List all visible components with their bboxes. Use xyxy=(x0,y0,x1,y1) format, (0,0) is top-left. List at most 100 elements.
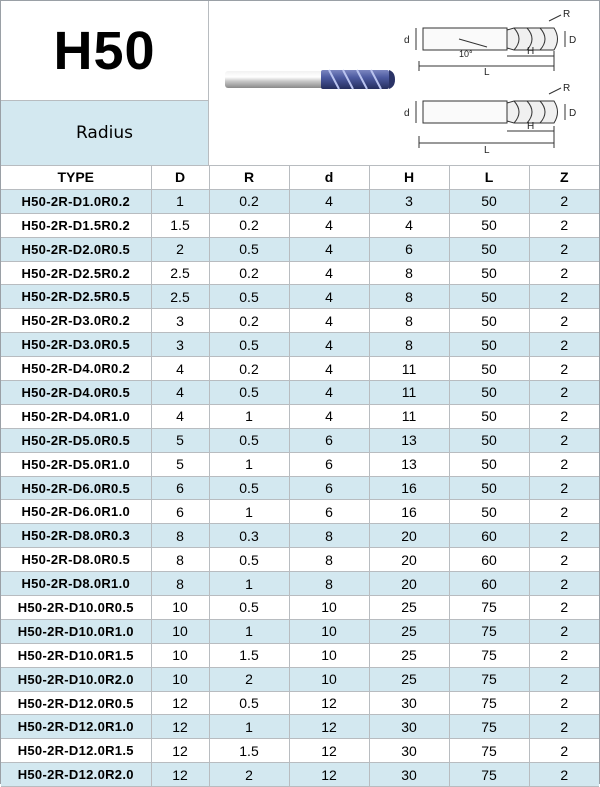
shank-cell: 6 xyxy=(288,451,370,477)
table-row: H50-2R-D5.0R0.5 5 0.5 6 13 50 2 xyxy=(1,427,599,453)
diameter-cell: 12 xyxy=(150,690,210,716)
flute-length-cell: 11 xyxy=(368,380,450,405)
shank-cell: 12 xyxy=(288,714,370,740)
overall-length-cell: 60 xyxy=(448,523,530,549)
radius-cell: 0.5 xyxy=(208,284,290,310)
flutes-cell: 2 xyxy=(528,403,599,429)
radius-cell: 1.5 xyxy=(208,738,290,764)
overall-length-cell: 50 xyxy=(448,427,530,453)
shank-cell: 12 xyxy=(288,738,370,764)
type-cell: H50-2R-D4.0R0.2 xyxy=(1,356,152,382)
flutes-cell: 2 xyxy=(528,475,599,501)
product-title: H50 xyxy=(53,20,156,81)
flutes-cell: 2 xyxy=(528,212,599,238)
overall-length-cell: 50 xyxy=(448,475,530,501)
radius-cell: 0.5 xyxy=(208,475,290,501)
column-header-diameter: D xyxy=(150,165,210,190)
overall-length-cell: 60 xyxy=(448,547,530,573)
label-flute-length: H xyxy=(527,46,534,57)
shank-cell: 8 xyxy=(288,571,370,597)
flutes-cell: 2 xyxy=(528,284,599,310)
flute-length-cell: 3 xyxy=(368,188,450,214)
diameter-cell: 10 xyxy=(150,618,210,644)
radius-cell: 2 xyxy=(208,762,290,787)
flutes-cell: 2 xyxy=(528,690,599,716)
flute-length-cell: 11 xyxy=(368,403,450,429)
table-header-row: TYPE D R d H L Z xyxy=(1,165,599,190)
flute-length-cell: 30 xyxy=(368,714,450,740)
type-cell: H50-2R-D3.0R0.2 xyxy=(1,308,152,334)
diameter-cell: 4 xyxy=(150,380,210,405)
shank-cell: 6 xyxy=(288,427,370,453)
diameter-cell: 12 xyxy=(150,714,210,740)
flute-length-cell: 16 xyxy=(368,499,450,525)
overall-length-cell: 75 xyxy=(448,762,530,787)
diameter-cell: 8 xyxy=(150,571,210,597)
flutes-cell: 2 xyxy=(528,738,599,764)
table-row: H50-2R-D1.0R0.2 1 0.2 4 3 50 2 xyxy=(1,188,599,214)
table-row: H50-2R-D12.0R0.5 12 0.5 12 30 75 2 xyxy=(1,690,599,716)
table-row: H50-2R-D3.0R0.5 3 0.5 4 8 50 2 xyxy=(1,332,599,358)
flute-length-cell: 20 xyxy=(368,571,450,597)
column-header-shank: d xyxy=(288,165,370,190)
flutes-cell: 2 xyxy=(528,714,599,740)
shank-cell: 8 xyxy=(288,523,370,549)
table-row: H50-2R-D6.0R1.0 6 1 6 16 50 2 xyxy=(1,499,599,525)
flutes-cell: 2 xyxy=(528,260,599,286)
type-cell: H50-2R-D10.0R1.5 xyxy=(1,642,152,668)
flutes-cell: 2 xyxy=(528,618,599,644)
radius-cell: 0.2 xyxy=(208,356,290,382)
type-cell: H50-2R-D6.0R0.5 xyxy=(1,475,152,501)
type-cell: H50-2R-D4.0R0.5 xyxy=(1,380,152,405)
column-header-radius: R xyxy=(208,165,290,190)
flute-length-cell: 16 xyxy=(368,475,450,501)
diameter-cell: 8 xyxy=(150,547,210,573)
label-flute-length-2: H xyxy=(527,121,534,132)
table-row: H50-2R-D10.0R0.5 10 0.5 10 25 75 2 xyxy=(1,595,599,620)
flute-length-cell: 13 xyxy=(368,451,450,477)
type-cell: H50-2R-D1.5R0.2 xyxy=(1,212,152,238)
radius-cell: 0.2 xyxy=(208,308,290,334)
table-body: H50-2R-D1.0R0.2 1 0.2 4 3 50 2 H50-2R-D1.5R0.2 1… xyxy=(1,188,599,787)
radius-cell: 2 xyxy=(208,666,290,692)
drawing-top xyxy=(415,14,566,71)
table-row: H50-2R-D2.5R0.5 2.5 0.5 4 8 50 2 xyxy=(1,284,599,310)
overall-length-cell: 50 xyxy=(448,284,530,310)
label-overall-length: L xyxy=(484,67,490,78)
flute-length-cell: 25 xyxy=(368,666,450,692)
type-cell: H50-2R-D8.0R1.0 xyxy=(1,571,152,597)
shank-cell: 6 xyxy=(288,475,370,501)
image-cell: d D R H L 10° d D R H L xyxy=(209,1,599,165)
flute-length-cell: 30 xyxy=(368,738,450,764)
column-header-type: TYPE xyxy=(1,165,152,190)
flutes-cell: 2 xyxy=(528,499,599,525)
header: H50 Radius d D R H L 10° d D R H L xyxy=(1,1,599,165)
table-row: H50-2R-D8.0R1.0 8 1 8 20 60 2 xyxy=(1,571,599,597)
flute-length-cell: 30 xyxy=(368,690,450,716)
drawing-bottom xyxy=(415,87,566,148)
type-cell: H50-2R-D8.0R0.5 xyxy=(1,547,152,573)
overall-length-cell: 50 xyxy=(448,380,530,405)
table-row: H50-2R-D10.0R2.0 10 2 10 25 75 2 xyxy=(1,666,599,692)
diameter-cell: 6 xyxy=(150,499,210,525)
diameter-cell: 2 xyxy=(150,236,210,262)
shank-cell: 4 xyxy=(288,332,370,358)
radius-cell: 0.5 xyxy=(208,690,290,716)
radius-cell: 0.5 xyxy=(208,427,290,453)
label-angle: 10° xyxy=(459,49,473,59)
diameter-cell: 5 xyxy=(150,427,210,453)
flute-length-cell: 20 xyxy=(368,547,450,573)
type-cell: H50-2R-D1.0R0.2 xyxy=(1,188,152,214)
radius-cell: 0.5 xyxy=(208,236,290,262)
flute-length-cell: 11 xyxy=(368,356,450,382)
table-row: H50-2R-D6.0R0.5 6 0.5 6 16 50 2 xyxy=(1,475,599,501)
flute-length-cell: 13 xyxy=(368,427,450,453)
flute-length-cell: 8 xyxy=(368,260,450,286)
shank-cell: 4 xyxy=(288,403,370,429)
flute-length-cell: 8 xyxy=(368,332,450,358)
type-cell: H50-2R-D6.0R1.0 xyxy=(1,499,152,525)
flute-length-cell: 25 xyxy=(368,595,450,620)
label-diameter: D xyxy=(569,35,576,46)
shank-cell: 6 xyxy=(288,499,370,525)
type-cell: H50-2R-D10.0R1.0 xyxy=(1,618,152,644)
